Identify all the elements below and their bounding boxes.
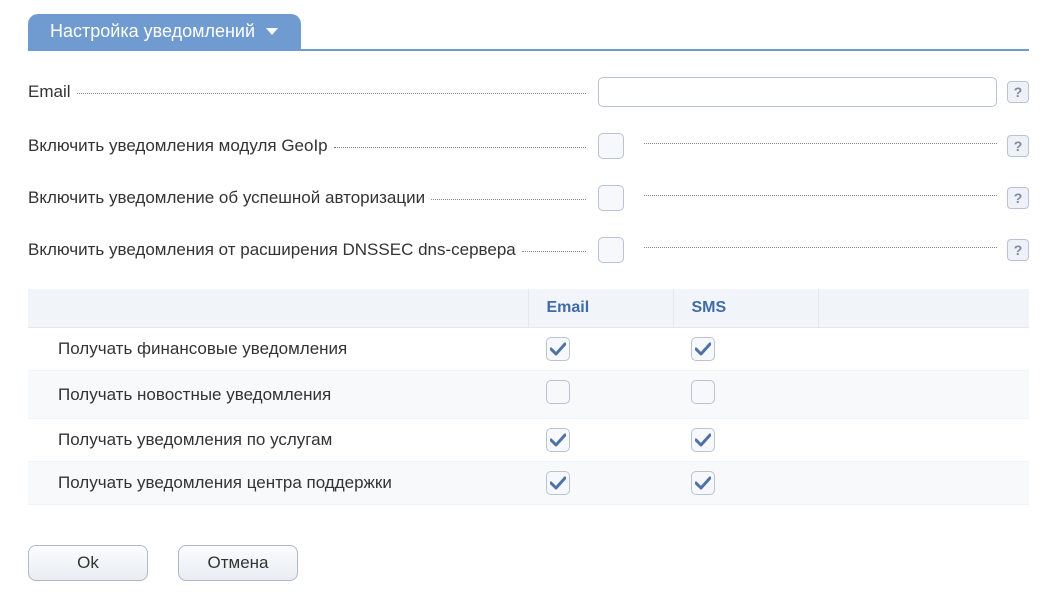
row-dnssec: Включить уведомления от расширения DNSSE… [28, 237, 1029, 263]
row-label: Получать уведомления по услугам [58, 430, 332, 449]
row-auth: Включить уведомление об успешной авториз… [28, 185, 1029, 211]
checkbox-geoip[interactable] [598, 133, 624, 159]
checkbox-dnssec[interactable] [598, 237, 624, 263]
dots [644, 247, 997, 248]
checkbox-auth[interactable] [598, 185, 624, 211]
notifications-table: Email SMS Получать финансовые уведомлени… [28, 289, 1029, 505]
help-icon[interactable]: ? [1007, 239, 1029, 261]
cancel-button[interactable]: Отмена [178, 545, 298, 581]
checkbox-email[interactable] [546, 428, 570, 452]
col-label [28, 289, 528, 328]
row-email: Email ? [28, 77, 1029, 107]
col-email: Email [528, 289, 673, 328]
label-dnssec: Включить уведомления от расширения DNSSE… [28, 240, 516, 260]
table-row: Получать уведомления по услугам [28, 419, 1029, 462]
checkbox-email[interactable] [546, 380, 570, 404]
row-geoip: Включить уведомления модуля GeoIp ? [28, 133, 1029, 159]
row-label: Получать финансовые уведомления [58, 339, 347, 358]
label-auth: Включить уведомление об успешной авториз… [28, 188, 425, 208]
dots [644, 143, 997, 144]
table-row: Получать финансовые уведомления [28, 328, 1029, 371]
row-label: Получать новостные уведомления [58, 385, 331, 404]
tab-notifications[interactable]: Настройка уведомлений [28, 14, 301, 49]
label-geoip: Включить уведомления модуля GeoIp [28, 136, 328, 156]
tabs: Настройка уведомлений [28, 14, 1029, 51]
dots [334, 147, 586, 148]
label-email: Email [28, 82, 71, 102]
checkbox-sms[interactable] [691, 380, 715, 404]
email-input[interactable] [598, 77, 997, 107]
checkbox-email[interactable] [546, 471, 570, 495]
help-icon[interactable]: ? [1007, 135, 1029, 157]
help-icon[interactable]: ? [1007, 81, 1029, 103]
checkbox-sms[interactable] [691, 337, 715, 361]
row-label: Получать уведомления центра поддержки [58, 473, 392, 492]
button-row: Ok Отмена [28, 545, 1029, 581]
table-row: Получать уведомления центра поддержки [28, 462, 1029, 505]
dots [431, 199, 586, 200]
chevron-down-icon [265, 27, 279, 37]
table-row: Получать новостные уведомления [28, 371, 1029, 419]
help-icon[interactable]: ? [1007, 187, 1029, 209]
dots [522, 251, 586, 252]
col-sms: SMS [673, 289, 818, 328]
dots [77, 93, 586, 94]
tab-title: Настройка уведомлений [50, 21, 255, 42]
checkbox-sms[interactable] [691, 428, 715, 452]
dots [644, 195, 997, 196]
checkbox-sms[interactable] [691, 471, 715, 495]
col-blank [818, 289, 1029, 328]
ok-button[interactable]: Ok [28, 545, 148, 581]
checkbox-email[interactable] [546, 337, 570, 361]
